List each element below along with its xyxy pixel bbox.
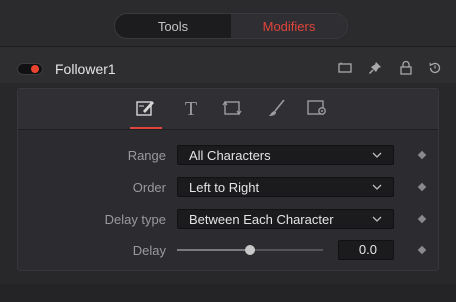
range-dropdown[interactable]: All Characters <box>177 145 394 165</box>
order-dropdown[interactable]: Left to Right <box>177 177 394 197</box>
tab-tools[interactable]: Tools <box>115 14 231 38</box>
range-label: Range <box>127 148 166 163</box>
delay-label: Delay <box>132 243 166 258</box>
bottom-bar <box>0 284 456 302</box>
chevron-down-icon <box>372 216 382 222</box>
lock-icon[interactable] <box>398 60 414 76</box>
tabs-divider <box>18 129 438 130</box>
delay-type-label: Delay type <box>104 212 166 227</box>
delay-slider-handle[interactable] <box>245 245 255 255</box>
range-value: All Characters <box>189 148 271 163</box>
pin-icon[interactable] <box>367 60 383 76</box>
enable-toggle[interactable] <box>17 63 43 75</box>
delay-type-value: Between Each Character <box>189 212 334 227</box>
mode-segmented-control: Tools Modifiers <box>114 13 348 39</box>
T-icon[interactable]: T <box>180 97 202 119</box>
node-name[interactable]: Follower1 <box>55 61 116 77</box>
top-bar: Tools Modifiers <box>0 0 456 46</box>
settings-box-icon[interactable] <box>306 97 328 119</box>
tab-modifiers[interactable]: Modifiers <box>231 14 347 38</box>
delay-type-dropdown[interactable]: Between Each Character <box>177 209 394 229</box>
order-value: Left to Right <box>189 180 260 195</box>
transform-icon[interactable] <box>221 97 243 119</box>
enable-toggle-dot <box>31 65 39 73</box>
pencil-box-icon[interactable] <box>135 97 157 119</box>
order-label: Order <box>132 180 166 195</box>
reset-icon[interactable] <box>427 60 443 76</box>
view-icon[interactable] <box>337 60 353 76</box>
delay-slider-fill <box>177 249 250 251</box>
svg-text:T: T <box>185 98 197 119</box>
delay-value-field[interactable]: 0.0 <box>338 240 394 260</box>
brush-icon[interactable] <box>266 97 288 119</box>
chevron-down-icon <box>372 184 382 190</box>
chevron-down-icon <box>372 152 382 158</box>
